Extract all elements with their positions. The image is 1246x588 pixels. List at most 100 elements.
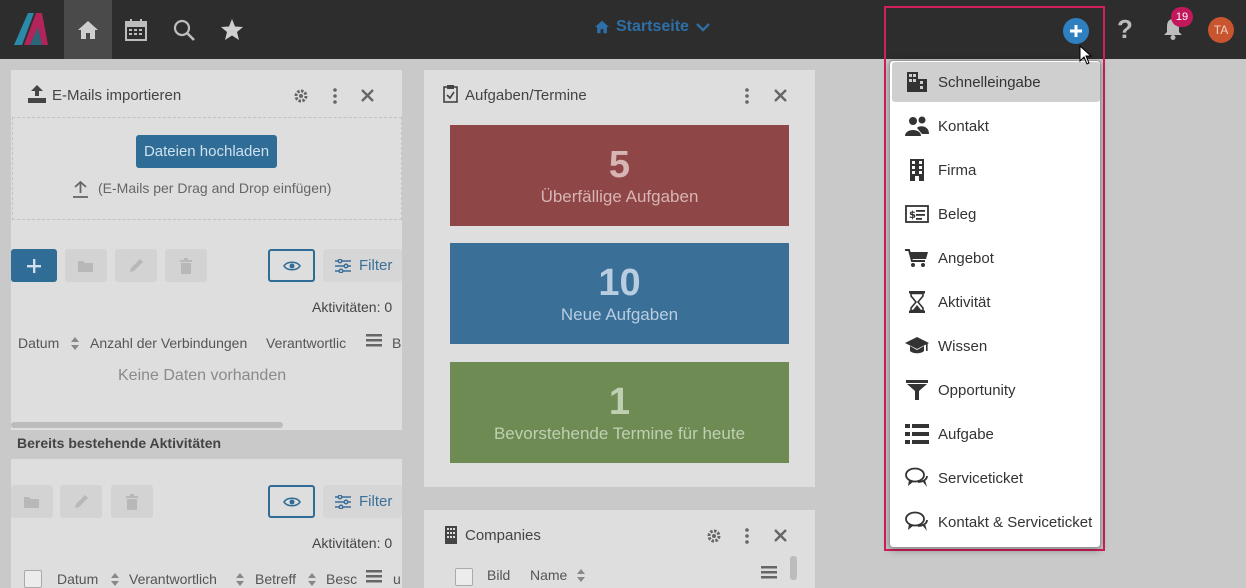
nav-calendar-button[interactable]	[112, 0, 160, 59]
open-folder-button-2[interactable]	[11, 485, 53, 518]
menu-item-label: Angebot	[938, 249, 994, 267]
column-header-bild[interactable]: Bild	[487, 567, 510, 583]
edit-button[interactable]	[115, 249, 157, 282]
column-header-b[interactable]: B	[392, 335, 402, 351]
close-icon[interactable]	[774, 89, 787, 102]
nav-favorites-button[interactable]	[208, 0, 256, 59]
overdue-tasks-tile[interactable]: 5 Überfällige Aufgaben	[450, 125, 789, 226]
upcoming-appointments-label: Bevorstehende Termine für heute	[493, 423, 746, 443]
menu-item-receipt[interactable]: $ Beleg	[892, 194, 1100, 234]
menu-item-contact[interactable]: Kontakt	[892, 106, 1100, 146]
nav-home-button[interactable]	[64, 0, 112, 59]
column-menu-icon[interactable]	[366, 334, 382, 347]
menu-item-service-ticket[interactable]: Serviceticket	[892, 458, 1100, 498]
contact-icon	[904, 116, 930, 136]
column-header-subject[interactable]: Betreff	[255, 571, 296, 587]
nav-search-button[interactable]	[160, 0, 208, 59]
upcoming-appointments-count: 1	[608, 380, 631, 423]
column-header-description[interactable]: Besc	[326, 571, 357, 587]
companies-panel	[424, 510, 815, 588]
home-icon	[595, 20, 609, 34]
new-tasks-count: 10	[598, 261, 641, 304]
trash-icon	[126, 493, 138, 510]
folder-icon	[78, 260, 93, 272]
edit-button-2[interactable]	[60, 485, 102, 518]
column-header-connections[interactable]: Anzahl der Verbindungen	[90, 335, 247, 351]
view-toggle-button-2[interactable]	[268, 485, 315, 518]
menu-item-label: Serviceticket	[938, 469, 1024, 487]
new-tasks-tile[interactable]: 10 Neue Aufgaben	[450, 243, 789, 344]
folder-icon	[24, 496, 39, 508]
trash-icon	[180, 257, 192, 274]
building-icon	[445, 526, 457, 544]
upload-icon	[73, 181, 88, 198]
menu-item-company[interactable]: Firma	[892, 150, 1100, 190]
menu-item-activity[interactable]: Aktivität	[892, 282, 1100, 322]
activities-count-text: Aktivitäten: 0	[312, 299, 393, 315]
delete-button-2[interactable]	[111, 485, 153, 518]
menu-item-opportunity[interactable]: Opportunity	[892, 370, 1100, 410]
star-icon	[221, 19, 243, 40]
close-icon[interactable]	[774, 529, 787, 542]
hourglass-icon	[904, 291, 930, 313]
sliders-icon	[335, 494, 351, 509]
chevron-down-icon	[696, 23, 710, 32]
menu-item-label: Beleg	[938, 205, 977, 223]
menu-item-knowledge[interactable]: Wissen	[892, 326, 1100, 366]
filter-button[interactable]: Filter	[323, 249, 402, 282]
horizontal-scrollbar[interactable]	[11, 422, 283, 428]
column-menu-icon[interactable]	[761, 566, 777, 579]
home-icon	[78, 20, 98, 39]
user-avatar[interactable]: TA	[1208, 17, 1234, 43]
column-menu-icon[interactable]	[366, 570, 382, 583]
sort-icon[interactable]	[577, 569, 585, 582]
add-button[interactable]	[11, 249, 57, 282]
page-title-dropdown[interactable]: Startseite	[594, 18, 711, 36]
activities-count-2: Aktivitäten: 0	[312, 535, 393, 551]
delete-button[interactable]	[165, 249, 207, 282]
menu-item-task[interactable]: Aufgabe	[892, 414, 1100, 454]
select-all-companies-checkbox[interactable]	[455, 568, 473, 586]
select-all-checkbox[interactable]	[24, 570, 42, 588]
sort-icon[interactable]	[308, 573, 316, 586]
existing-activities-title: Bereits bestehende Aktivitäten	[17, 435, 222, 451]
gear-icon[interactable]	[706, 528, 722, 544]
column-header-datum-2[interactable]: Datum	[57, 571, 98, 587]
sort-icon[interactable]	[71, 337, 79, 350]
gear-icon[interactable]	[293, 88, 309, 104]
menu-item-label: Kontakt	[938, 117, 989, 135]
sort-icon[interactable]	[236, 573, 244, 586]
open-folder-button[interactable]	[65, 249, 107, 282]
help-button[interactable]: ?	[1113, 14, 1137, 45]
app-logo[interactable]	[14, 11, 52, 47]
sort-icon[interactable]	[111, 573, 119, 586]
column-header-responsible[interactable]: Verantwortlic	[266, 335, 354, 351]
menu-item-label: Schnelleingabe	[938, 73, 1041, 91]
column-header-responsible-2[interactable]: Verantwortlich	[129, 571, 217, 587]
filter-label-2: Filter	[359, 493, 393, 510]
menu-item-contact-and-service-ticket[interactable]: Kontakt & Serviceticket	[892, 502, 1100, 542]
vertical-scrollbar[interactable]	[790, 556, 797, 580]
new-tasks-label: Neue Aufgaben	[560, 304, 679, 324]
filter-label: Filter	[359, 257, 393, 274]
close-icon[interactable]	[361, 89, 374, 102]
overdue-tasks-count: 5	[608, 143, 631, 186]
plus-icon	[27, 258, 41, 273]
more-options-icon[interactable]	[744, 528, 750, 544]
svg-text:$: $	[909, 210, 916, 221]
view-toggle-button[interactable]	[268, 249, 315, 282]
email-drop-zone[interactable]	[12, 117, 402, 220]
menu-item-quick-entry[interactable]: Schnelleingabe	[892, 62, 1100, 102]
email-import-title: E-Mails importieren	[52, 87, 182, 104]
page-title: Startseite	[616, 18, 689, 35]
more-options-icon[interactable]	[332, 88, 338, 104]
menu-item-label: Kontakt & Serviceticket	[938, 513, 1093, 531]
more-options-icon[interactable]	[744, 88, 750, 104]
filter-button-2[interactable]: Filter	[323, 485, 402, 518]
column-header-name[interactable]: Name	[530, 567, 567, 583]
column-header-datum[interactable]: Datum	[18, 335, 59, 351]
upcoming-appointments-tile[interactable]: 1 Bevorstehende Termine für heute	[450, 362, 789, 463]
upload-files-button[interactable]: Dateien hochladen	[136, 135, 277, 168]
column-header-u[interactable]: u	[393, 571, 402, 587]
menu-item-offer[interactable]: Angebot	[892, 238, 1100, 278]
